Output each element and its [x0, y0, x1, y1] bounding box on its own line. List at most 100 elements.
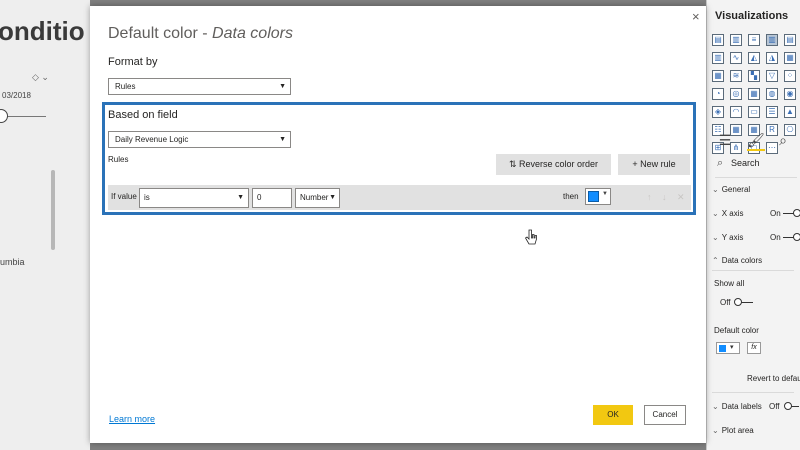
section-general[interactable]: ⌄ General: [712, 185, 750, 194]
100-column-icon[interactable]: ▥: [712, 52, 724, 64]
ribbon-chart-icon[interactable]: ≋: [730, 70, 742, 82]
section-general-label: General: [721, 185, 751, 194]
move-down-icon[interactable]: ↓: [662, 192, 667, 202]
fx-button[interactable]: fx: [747, 342, 761, 354]
format-by-value: Rules: [115, 82, 136, 91]
x-axis-toggle-knob[interactable]: [793, 209, 800, 217]
operator-dropdown[interactable]: is ▼: [139, 188, 249, 208]
data-labels-toggle-label: Off: [769, 402, 780, 411]
section-y-axis-label: Y axis: [721, 233, 744, 242]
rule-value-input[interactable]: 0: [252, 188, 292, 208]
line-column-icon[interactable]: ▦: [784, 52, 796, 64]
format-by-label: Format by: [108, 56, 158, 68]
reverse-color-order-button[interactable]: ⇅ Reverse color order: [496, 154, 611, 175]
new-rule-button[interactable]: + New rule: [618, 154, 690, 175]
treemap-icon[interactable]: ▦: [748, 88, 760, 100]
stacked-area-icon[interactable]: ◮: [766, 52, 778, 64]
default-color-dialog: Default color - Data colors × Format by …: [90, 6, 706, 443]
based-on-field-dropdown[interactable]: Daily Revenue Logic ▼: [108, 131, 291, 148]
dialog-title: Default color - Data colors: [108, 25, 293, 43]
plus-icon: +: [632, 159, 641, 169]
search-icon: ⌕: [717, 157, 724, 169]
dropdown-caret-icon: ▼: [279, 83, 286, 90]
clustered-bar-icon[interactable]: ≡: [748, 34, 760, 46]
format-paint-roller-icon[interactable]: 🖌: [747, 132, 765, 148]
new-rule-label: New rule: [640, 159, 676, 169]
section-x-axis-label: X axis: [721, 209, 744, 218]
stacked-bar-icon[interactable]: ▤: [712, 34, 724, 46]
y-axis-toggle-knob[interactable]: [793, 233, 800, 241]
section-x-axis[interactable]: ⌄ X axis: [712, 209, 744, 218]
filled-map-icon[interactable]: ◉: [784, 88, 796, 100]
revert-to-default-link[interactable]: Revert to defau: [747, 374, 800, 383]
chevron-down-icon: ⌄: [712, 185, 719, 194]
funnel-icon[interactable]: ▽: [766, 70, 778, 82]
y-axis-toggle-label: On: [770, 233, 781, 242]
report-title: onditio: [0, 16, 85, 46]
default-color-picker[interactable]: ▾: [716, 342, 740, 354]
sort-arrows-icon: ⇅: [508, 159, 519, 169]
x-axis-toggle-label: On: [770, 209, 781, 218]
divider: [712, 392, 794, 393]
chevron-up-icon: ⌃: [712, 256, 719, 265]
cancel-button[interactable]: Cancel: [644, 405, 686, 425]
section-data-colors[interactable]: ⌃ Data colors: [712, 256, 762, 265]
show-all-toggle-label: Off: [720, 298, 731, 307]
scatter-icon[interactable]: ⁘: [784, 70, 796, 82]
line-chart-icon[interactable]: ∿: [730, 52, 742, 64]
operator-value: is: [144, 193, 150, 202]
visualizations-title: Visualizations: [715, 10, 789, 22]
if-value-label: If value: [111, 192, 137, 201]
default-color-label: Default color: [714, 326, 759, 335]
section-plot-area-label: Plot area: [721, 426, 754, 435]
value-type-label: Number: [300, 193, 329, 202]
show-all-toggle-track[interactable]: [741, 302, 753, 303]
divider: [712, 270, 794, 271]
based-on-field-label: Based on field: [108, 109, 178, 121]
100-bar-icon[interactable]: ▤: [784, 34, 796, 46]
show-all-label: Show all: [714, 279, 745, 288]
dialog-title-main: Default color -: [108, 25, 208, 42]
rule-color-picker[interactable]: ▼: [585, 188, 611, 205]
rules-label: Rules: [108, 155, 129, 164]
area-chart-icon[interactable]: ◭: [748, 52, 760, 64]
donut-chart-icon[interactable]: ◎: [730, 88, 742, 100]
chevron-down-icon: ⌄: [712, 426, 719, 435]
move-up-icon[interactable]: ↑: [647, 192, 652, 202]
gauge-icon[interactable]: ◠: [730, 106, 742, 118]
stacked-column-icon[interactable]: ▥: [730, 34, 742, 46]
clustered-column-icon[interactable]: ▥: [766, 34, 778, 46]
fields-tab-icon[interactable]: ☰: [717, 132, 733, 148]
date-slider-track: [4, 116, 46, 117]
hand-cursor-icon: [524, 229, 537, 245]
data-labels-toggle-track[interactable]: [791, 406, 799, 407]
learn-more-link[interactable]: Learn more: [109, 414, 155, 424]
dialog-title-italic: Data colors: [212, 25, 293, 42]
waterfall-icon[interactable]: ▚: [748, 70, 760, 82]
map-icon[interactable]: ◍: [766, 88, 778, 100]
section-data-labels[interactable]: ⌄ Data labels: [712, 402, 762, 411]
default-color-swatch: [719, 345, 726, 352]
section-plot-area[interactable]: ⌄ Plot area: [712, 426, 754, 435]
section-data-colors-label: Data colors: [721, 256, 763, 265]
kpi-icon[interactable]: ▲: [784, 106, 796, 118]
multi-row-card-icon[interactable]: ☰: [766, 106, 778, 118]
analytics-magnifier-icon[interactable]: ⌕: [775, 132, 791, 148]
chevron-down-icon: ⌄: [712, 209, 719, 218]
line-stacked-icon[interactable]: ▦: [712, 70, 724, 82]
dropdown-caret-icon: ▼: [237, 194, 244, 201]
ok-button[interactable]: OK: [593, 405, 633, 425]
date-slider-knob: [0, 109, 8, 123]
card-icon[interactable]: ▭: [748, 106, 760, 118]
section-y-axis[interactable]: ⌄ Y axis: [712, 233, 743, 242]
then-label: then: [563, 192, 579, 201]
pie-chart-icon[interactable]: ◔: [712, 88, 724, 100]
delete-rule-icon[interactable]: ✕: [677, 192, 685, 203]
shape-map-icon[interactable]: ◈: [712, 106, 724, 118]
section-data-labels-label: Data labels: [721, 402, 762, 411]
format-search-box[interactable]: ⌕ Search: [715, 156, 797, 172]
value-type-dropdown[interactable]: Number ▼: [295, 188, 340, 208]
chevron-down-icon: ⌄: [712, 233, 719, 242]
close-icon[interactable]: ×: [692, 9, 700, 24]
format-by-dropdown[interactable]: Rules ▼: [108, 78, 291, 95]
